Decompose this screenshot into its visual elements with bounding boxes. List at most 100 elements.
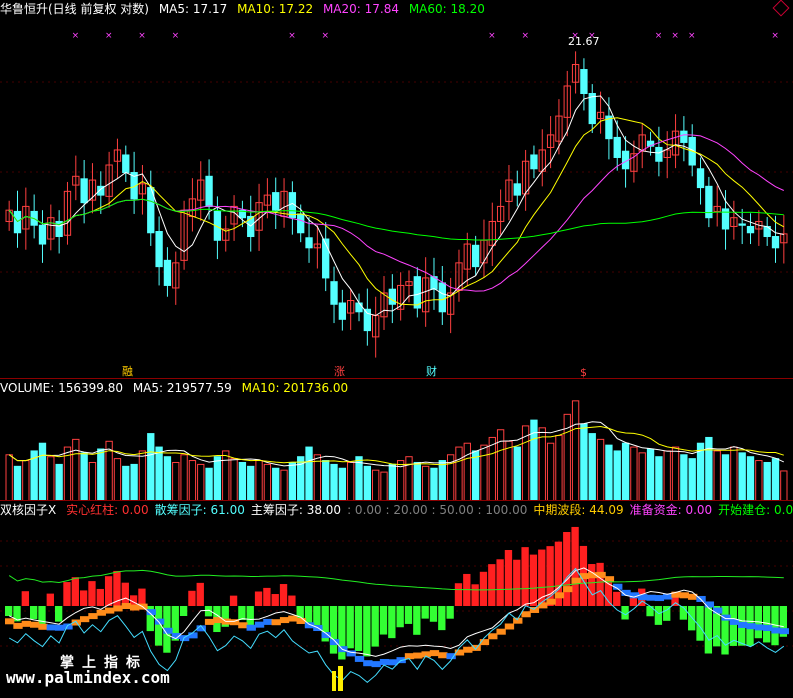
candle-down [613, 136, 621, 158]
band-step [104, 607, 115, 614]
band-step [779, 628, 789, 635]
band-step [96, 609, 106, 616]
band-step [404, 653, 415, 660]
ma60-line [8, 198, 784, 241]
candle-down [305, 237, 313, 249]
event-tag-rong[interactable]: 融 [122, 363, 133, 378]
indicator-bar-green [721, 606, 729, 655]
peak-price-label: 21.67 [568, 35, 600, 48]
signal-marker: × [688, 31, 696, 41]
indicator-bar-green [654, 606, 663, 625]
band-step [646, 594, 656, 601]
band-step [29, 621, 40, 628]
indicator-bar-red [271, 594, 279, 606]
band-step [54, 624, 65, 631]
candle-down [355, 302, 363, 313]
volume-bar-up [188, 460, 197, 501]
band-step [496, 628, 506, 635]
band-step [463, 646, 473, 653]
indicator-bar-green [446, 606, 454, 619]
indicator-bar-green [29, 606, 38, 620]
indicator-bar-red [254, 591, 263, 606]
volume-bar-down [688, 458, 696, 501]
volume-bar-down [355, 456, 363, 501]
indicator-bar-red [288, 595, 296, 606]
indicator-bar-green [179, 606, 188, 616]
band-step [413, 652, 423, 659]
indicator-bar-red [88, 581, 96, 606]
indicator-bar-red [471, 584, 479, 606]
volume-bar-up [180, 454, 188, 501]
volume-bar-up [546, 442, 555, 501]
event-tag-zhang[interactable]: 涨 [334, 363, 345, 378]
volume-bar-down [705, 436, 713, 501]
candle-down [338, 302, 347, 320]
indicator-bar-red [196, 582, 204, 606]
indicator-bar-green [371, 606, 379, 647]
band-step [129, 604, 140, 611]
band-step [713, 607, 723, 614]
band-step [446, 653, 456, 660]
volume-bar-down [721, 454, 730, 501]
indicator-bar-red [571, 526, 579, 606]
indicator-bar-green [729, 606, 738, 646]
indicator-bar-red [188, 590, 196, 606]
band-step [246, 624, 256, 631]
volume-bar-up [671, 446, 680, 501]
indicator-bar-red [521, 547, 529, 606]
band-step [721, 614, 731, 621]
signal-marker: × [288, 31, 296, 41]
indicator-bar-green [238, 606, 246, 621]
band-step [204, 618, 215, 625]
indicator-bar-green [396, 606, 404, 628]
volume-bar-up [505, 440, 513, 501]
volume-bar-up [5, 454, 13, 501]
volume-bar-down [413, 461, 421, 501]
volume-bar-up [222, 450, 230, 501]
band-step [746, 623, 756, 630]
band-step [46, 624, 56, 631]
indicator-bar-red [613, 591, 621, 606]
candle-down [80, 178, 88, 204]
candle-down [38, 224, 47, 245]
volume-bar-up [22, 460, 30, 501]
volume-bar-up [480, 444, 488, 501]
band-step [63, 623, 73, 630]
indicator-bar-red [596, 562, 604, 606]
volume-bar-up [47, 456, 55, 501]
band-step [354, 655, 365, 662]
indicator-bar-red [496, 559, 504, 606]
volume-pane[interactable]: VOLUME: 156399.80 MA5: 219577.59 MA10: 2… [0, 378, 793, 501]
indicator-bar-green [429, 606, 438, 622]
band-step [113, 605, 123, 612]
volume-bar-down [330, 463, 338, 501]
volume-bar-down [97, 448, 105, 501]
volume-bar-up [463, 442, 471, 501]
band-step [21, 620, 31, 627]
candle-down [696, 168, 705, 189]
volume-bar-up [638, 452, 646, 501]
band-step [521, 611, 531, 618]
band-step [279, 617, 290, 624]
band-step [571, 577, 581, 584]
band-step [563, 586, 573, 593]
event-tag-cai[interactable]: 财 [426, 363, 437, 378]
indicator-bar-green [438, 606, 446, 631]
volume-bar-up [197, 463, 205, 501]
volume-bar-down [147, 433, 155, 501]
indicator-bar-red [504, 550, 513, 606]
indicator-bar-green [54, 606, 63, 622]
volume-bar-up [555, 435, 563, 501]
volume-bar-up [630, 446, 638, 501]
volume-ma10-line [8, 425, 784, 466]
indicator-bar-green [354, 606, 363, 652]
band-step [371, 661, 381, 668]
indicator-bar-red [263, 587, 271, 606]
event-tag-dollar[interactable]: $ [580, 366, 587, 378]
volume-bar-down [163, 456, 172, 501]
indicator-bar-red [104, 576, 113, 606]
price-pane[interactable]: 华鲁恒升(日线 前复权 对数) MA5: 17.17 MA10: 17.22 M… [0, 0, 793, 378]
volume-bar-down [771, 458, 780, 501]
indicator-bar-red [71, 577, 79, 606]
candle-down [746, 225, 755, 234]
